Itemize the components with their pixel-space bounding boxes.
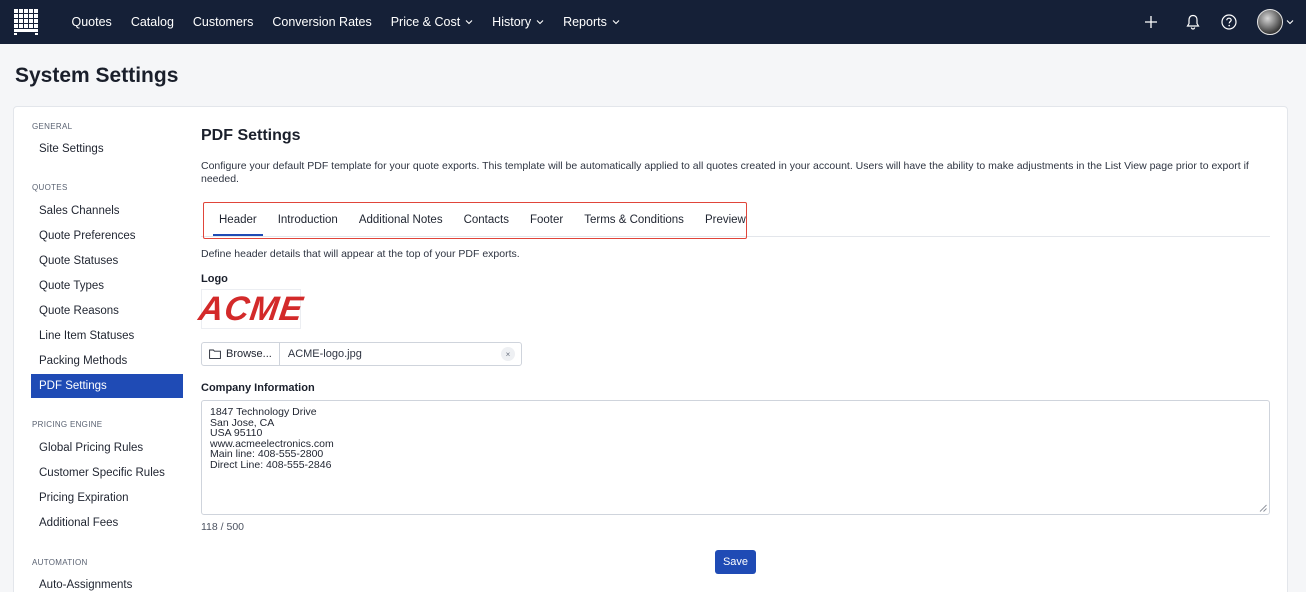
browse-label: Browse...: [226, 348, 272, 360]
chevron-down-icon: [1286, 20, 1294, 25]
company-logo-image: ACME: [196, 289, 306, 329]
logo-file-input: Browse... ACME-logo.jpg ×: [201, 342, 522, 366]
character-count: 118 / 500: [201, 521, 245, 533]
avatar: [1257, 9, 1283, 35]
browse-button[interactable]: Browse...: [202, 343, 280, 365]
bell-icon[interactable]: [1183, 12, 1203, 32]
sidebar-item-site-settings[interactable]: Site Settings: [31, 137, 183, 161]
nav-conversion-rates[interactable]: Conversion Rates: [263, 0, 381, 44]
tab-contacts[interactable]: Contacts: [464, 202, 509, 237]
pdf-tabs: Header Introduction Additional Notes Con…: [201, 202, 1270, 239]
sidebar-item-quote-statuses[interactable]: Quote Statuses: [31, 249, 183, 273]
company-info-textarea[interactable]: [201, 400, 1270, 515]
app-logo-icon[interactable]: [13, 8, 39, 35]
page-title: System Settings: [15, 64, 179, 87]
nav-quotes[interactable]: Quotes: [62, 0, 121, 44]
nav-reports[interactable]: Reports: [554, 0, 630, 44]
sidebar-group-general: GENERAL: [32, 122, 73, 131]
nav-label: Price & Cost: [390, 15, 461, 29]
sidebar-item-quote-types[interactable]: Quote Types: [31, 274, 183, 298]
nav-label: History: [492, 15, 532, 29]
sidebar-item-pdf-settings[interactable]: PDF Settings: [31, 374, 183, 398]
help-icon[interactable]: [1219, 12, 1239, 32]
folder-icon: [209, 349, 221, 359]
tab-introduction[interactable]: Introduction: [278, 202, 338, 237]
section-title: PDF Settings: [201, 127, 301, 144]
nav-customers[interactable]: Customers: [183, 0, 262, 44]
sidebar-item-packing-methods[interactable]: Packing Methods: [31, 349, 183, 373]
sidebar-group-automation: AUTOMATION: [32, 558, 88, 567]
resize-grip-icon[interactable]: [1258, 503, 1267, 512]
chevron-down-icon: [536, 20, 544, 25]
sidebar-group-quotes: QUOTES: [32, 183, 68, 192]
nav-label: Quotes: [71, 15, 112, 29]
header-description: Define header details that will appear a…: [201, 248, 520, 260]
sidebar-item-quote-preferences[interactable]: Quote Preferences: [31, 224, 183, 248]
section-description: Configure your default PDF template for …: [201, 160, 1249, 185]
tab-additional-notes[interactable]: Additional Notes: [359, 202, 443, 237]
sidebar-item-auto-assignments[interactable]: Auto-Assignments: [31, 573, 183, 592]
chevron-down-icon: [612, 20, 620, 25]
chevron-down-icon: [465, 20, 473, 25]
nav-price-cost[interactable]: Price & Cost: [381, 0, 482, 44]
company-info-label: Company Information: [201, 382, 315, 394]
save-button[interactable]: Save: [715, 550, 756, 574]
clear-file-icon[interactable]: ×: [501, 347, 515, 361]
nav-label: Conversion Rates: [272, 15, 372, 29]
sidebar-item-sales-channels[interactable]: Sales Channels: [31, 199, 183, 223]
sidebar-item-line-item-statuses[interactable]: Line Item Statuses: [31, 324, 183, 348]
main-nav: Quotes Catalog Customers Conversion Rate…: [62, 0, 629, 44]
user-menu[interactable]: [1257, 9, 1294, 35]
sidebar-group-pricing-engine: PRICING ENGINE: [32, 420, 103, 429]
sidebar-item-global-pricing-rules[interactable]: Global Pricing Rules: [31, 436, 183, 460]
nav-label: Reports: [563, 15, 607, 29]
top-navbar: Quotes Catalog Customers Conversion Rate…: [0, 0, 1306, 44]
sidebar-item-customer-specific-rules[interactable]: Customer Specific Rules: [31, 461, 183, 485]
nav-label: Catalog: [130, 15, 174, 29]
nav-right-actions: [1141, 0, 1306, 44]
sidebar-item-additional-fees[interactable]: Additional Fees: [31, 511, 183, 535]
tab-header[interactable]: Header: [213, 202, 263, 237]
tab-terms-conditions[interactable]: Terms & Conditions: [584, 202, 684, 237]
logo-label: Logo: [201, 273, 228, 285]
sidebar-item-quote-reasons[interactable]: Quote Reasons: [31, 299, 183, 323]
tab-preview[interactable]: Preview: [705, 202, 746, 237]
nav-label: Customers: [192, 15, 254, 29]
tab-footer[interactable]: Footer: [530, 202, 563, 237]
tab-list: Header Introduction Additional Notes Con…: [213, 202, 767, 237]
nav-catalog[interactable]: Catalog: [121, 0, 183, 44]
plus-icon[interactable]: [1141, 12, 1161, 32]
logo-text: ACME: [196, 289, 306, 328]
sidebar-item-pricing-expiration[interactable]: Pricing Expiration: [31, 486, 183, 510]
settings-card: GENERAL Site Settings QUOTES Sales Chann…: [13, 106, 1288, 592]
nav-history[interactable]: History: [483, 0, 554, 44]
file-name: ACME-logo.jpg: [287, 348, 362, 360]
